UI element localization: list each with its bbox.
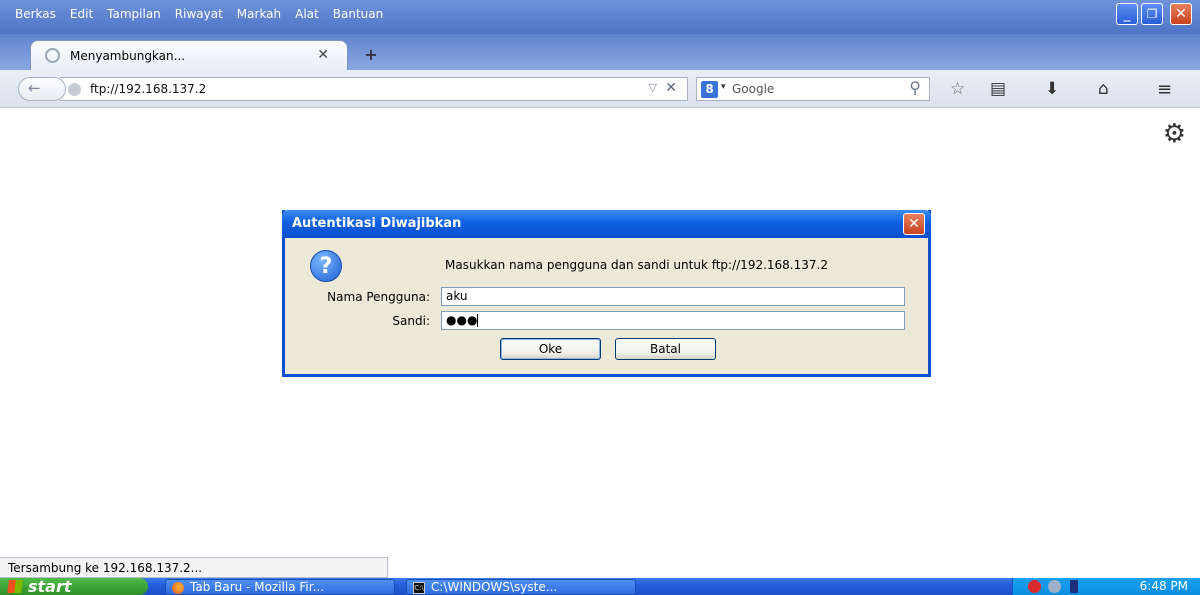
battery-icon[interactable] bbox=[1070, 580, 1078, 593]
site-identity-icon[interactable] bbox=[68, 83, 81, 96]
tab-strip: Menyambungkan... ✕ + bbox=[0, 34, 1200, 70]
close-dialog-button[interactable]: ✕ bbox=[903, 213, 925, 235]
text-caret bbox=[477, 314, 479, 327]
gear-icon[interactable]: ⚙ bbox=[1163, 119, 1186, 149]
back-button[interactable]: ← bbox=[18, 77, 66, 101]
loading-spinner-icon bbox=[45, 48, 60, 63]
url-bar[interactable]: ftp://192.168.137.2 ▽ ✕ bbox=[60, 77, 688, 101]
cancel-button[interactable]: Batal bbox=[615, 338, 716, 360]
hamburger-menu-icon[interactable]: ≡ bbox=[1157, 79, 1172, 100]
search-placeholder[interactable]: Google bbox=[732, 82, 774, 96]
search-icon[interactable]: ⚲ bbox=[909, 78, 921, 97]
taskbar-item-firefox[interactable]: Tab Baru - Mozilla Fir... bbox=[165, 579, 395, 595]
windows-logo-icon bbox=[7, 580, 23, 593]
dialog-titlebar: Autentikasi Diwajibkan ✕ bbox=[282, 210, 931, 238]
taskbar-item-cmd[interactable]: C:\ C:\WINDOWS\syste... bbox=[406, 579, 636, 595]
dialog-title: Autentikasi Diwajibkan bbox=[292, 216, 462, 231]
tab-title: Menyambungkan... bbox=[70, 48, 186, 63]
new-tab-button[interactable]: + bbox=[360, 46, 382, 66]
search-engine-dropdown-icon[interactable]: ▾ bbox=[721, 82, 726, 92]
minimize-window-button[interactable]: _ bbox=[1116, 3, 1138, 25]
username-value: aku bbox=[446, 289, 468, 303]
firefox-icon bbox=[172, 582, 184, 594]
menu-bantuan[interactable]: Bantuan bbox=[326, 4, 390, 24]
menu-bar: Berkas Edit Tampilan Riwayat Markah Alat… bbox=[8, 4, 390, 24]
clock[interactable]: 6:48 PM bbox=[1140, 579, 1188, 593]
close-tab-icon[interactable]: ✕ bbox=[317, 47, 329, 63]
bookmarks-menu-icon[interactable]: ▤ bbox=[990, 79, 1006, 99]
command-prompt-icon: C:\ bbox=[413, 582, 425, 594]
network-icon[interactable] bbox=[1048, 580, 1061, 593]
bookmark-star-icon[interactable]: ☆ bbox=[950, 79, 965, 99]
ok-button[interactable]: Oke bbox=[500, 338, 601, 360]
taskbar-item-label: C:\WINDOWS\syste... bbox=[431, 580, 558, 594]
dialog-message: Masukkan nama pengguna dan sandi untuk f… bbox=[445, 258, 828, 272]
username-field[interactable]: aku bbox=[441, 287, 905, 306]
system-tray: 6:48 PM bbox=[1012, 578, 1200, 595]
menu-riwayat[interactable]: Riwayat bbox=[168, 4, 230, 24]
status-text: Tersambung ke 192.168.137.2... bbox=[8, 561, 203, 575]
stop-loading-icon[interactable]: ✕ bbox=[665, 80, 677, 96]
menu-alat[interactable]: Alat bbox=[288, 4, 326, 24]
taskbar: start Tab Baru - Mozilla Fir... C:\ C:\W… bbox=[0, 578, 1200, 595]
password-label: Sandi: bbox=[392, 314, 430, 328]
menu-berkas[interactable]: Berkas bbox=[8, 4, 63, 24]
start-label: start bbox=[28, 577, 72, 595]
google-engine-icon[interactable]: 8 bbox=[701, 81, 718, 98]
start-button[interactable]: start bbox=[0, 578, 148, 595]
password-value: ●●● bbox=[446, 313, 478, 327]
close-window-button[interactable]: ✕ bbox=[1170, 3, 1192, 25]
maximize-window-button[interactable]: ❐ bbox=[1141, 3, 1163, 25]
menu-tampilan[interactable]: Tampilan bbox=[100, 4, 168, 24]
password-field[interactable]: ●●● bbox=[441, 311, 905, 330]
status-bar: Tersambung ke 192.168.137.2... bbox=[0, 557, 388, 578]
username-label: Nama Pengguna: bbox=[327, 290, 430, 304]
back-arrow-icon: ← bbox=[28, 79, 41, 97]
search-bar[interactable]: 8 ▾ Google ⚲ bbox=[696, 77, 930, 101]
home-icon[interactable]: ⌂ bbox=[1098, 79, 1109, 99]
window-titlebar: Berkas Edit Tampilan Riwayat Markah Alat… bbox=[0, 0, 1200, 34]
navigation-bar: ftp://192.168.137.2 ▽ ✕ ← 8 ▾ Google ⚲ ☆… bbox=[0, 70, 1200, 108]
auth-dialog: Autentikasi Diwajibkan ✕ ? Masukkan nama… bbox=[282, 210, 931, 377]
security-shield-icon[interactable] bbox=[1028, 580, 1041, 593]
question-icon: ? bbox=[310, 250, 342, 282]
taskbar-item-label: Tab Baru - Mozilla Fir... bbox=[190, 580, 325, 594]
url-history-dropdown-icon[interactable]: ▽ bbox=[649, 81, 657, 94]
downloads-icon[interactable]: ⬇ bbox=[1045, 79, 1059, 99]
menu-markah[interactable]: Markah bbox=[230, 4, 288, 24]
tab-active[interactable]: Menyambungkan... ✕ bbox=[30, 40, 348, 70]
url-text[interactable]: ftp://192.168.137.2 bbox=[90, 82, 206, 96]
menu-edit[interactable]: Edit bbox=[63, 4, 100, 24]
